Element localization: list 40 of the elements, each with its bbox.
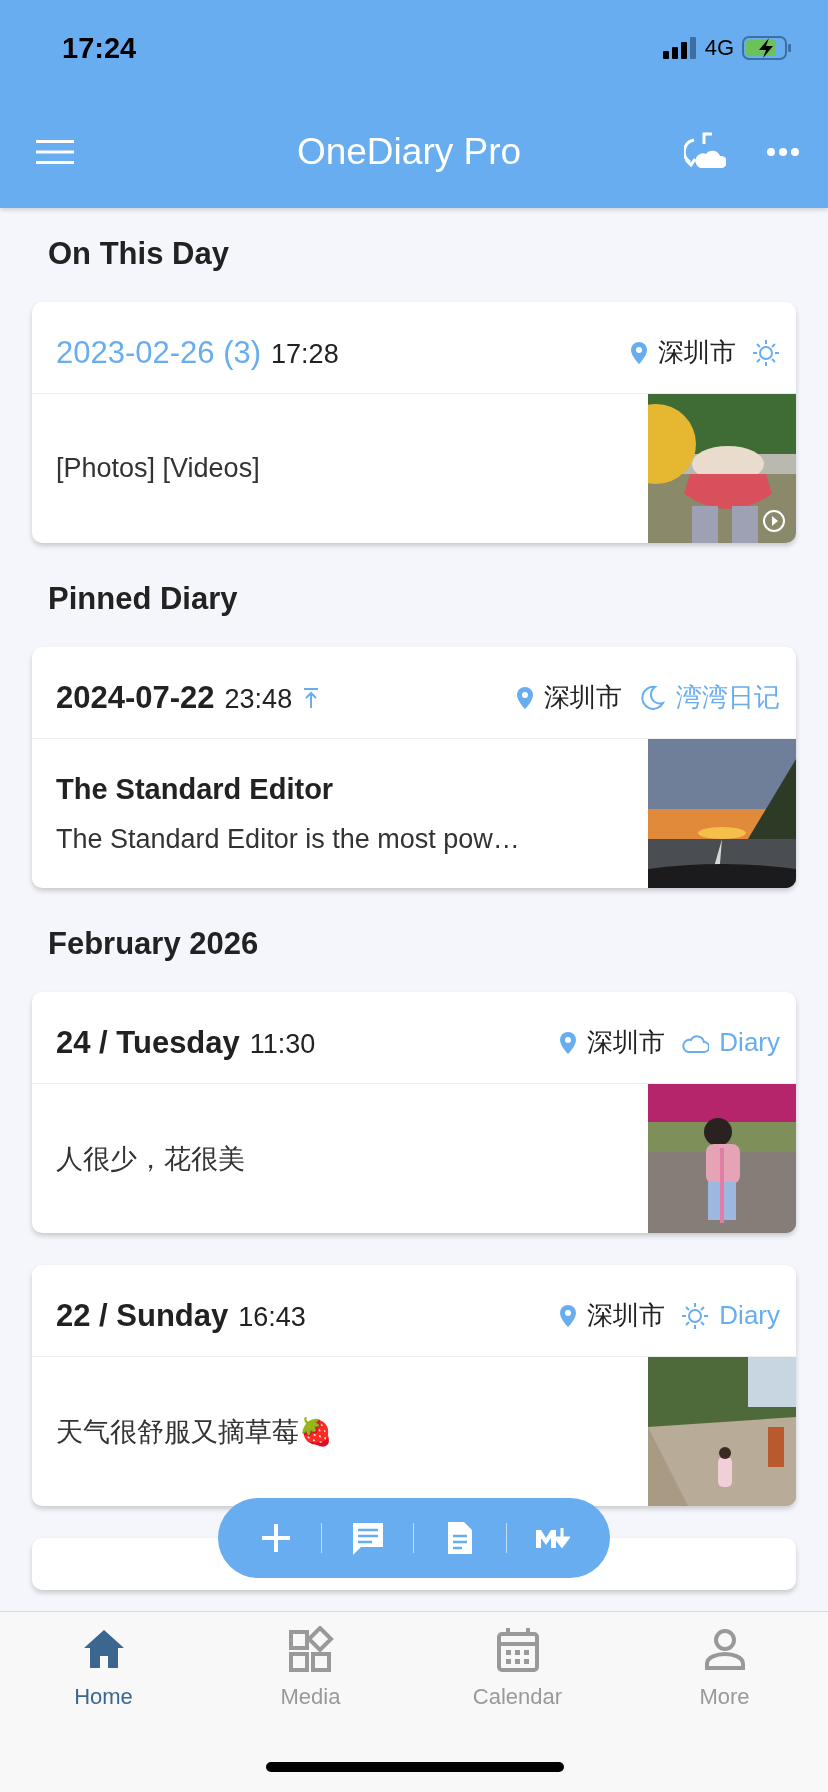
entry-time: 16:43 xyxy=(238,1301,306,1333)
entry-text: 人很少，花很美 xyxy=(56,1142,246,1176)
media-icon xyxy=(286,1626,335,1674)
entry-date: 22 / Sunday xyxy=(56,1297,229,1334)
entry-time: 23:48 xyxy=(224,683,293,715)
entry-date: 2024-07-22 xyxy=(56,679,215,716)
entry-time: 17:28 xyxy=(271,338,339,370)
entry-text: The Standard Editor is the most pow… xyxy=(56,823,521,855)
diary-name: Diary xyxy=(719,1300,780,1331)
entry-title: The Standard Editor xyxy=(56,772,335,806)
status-time: 17:24 xyxy=(62,31,137,65)
app-title: OneDiary Pro xyxy=(295,131,523,173)
diary-card[interactable]: 2024-07-22 23:48 深圳市 湾湾日记 The Standard Editor The Standard Editor is the most pow… xyxy=(32,647,796,888)
more-icon[interactable] xyxy=(766,147,800,157)
menu-icon[interactable] xyxy=(36,138,74,166)
section-title: On This Day xyxy=(48,235,230,273)
entry-text: 天气很舒服又摘草莓🍓 xyxy=(56,1415,334,1449)
section-title: February 2026 xyxy=(48,925,260,963)
city-label: 深圳市 xyxy=(587,1299,666,1332)
battery-icon xyxy=(742,36,792,60)
diary-name: 湾湾日记 xyxy=(676,681,780,714)
signal-icon xyxy=(662,37,697,59)
city-label: 深圳市 xyxy=(544,681,622,714)
entry-time: 11:30 xyxy=(249,1028,316,1060)
tab-item[interactable]: Home xyxy=(0,1612,207,1722)
section-title: Pinned Diary xyxy=(48,580,239,618)
entry-date: 24 / Tuesday xyxy=(56,1024,240,1061)
entry-text: [Photos] [Videos] xyxy=(56,453,261,484)
network-label: 4G xyxy=(704,35,734,61)
location-icon xyxy=(516,685,534,710)
diary-card[interactable]: 2023-02-26 (3) 17:28 深圳市 [Photos] [Videos] xyxy=(32,302,796,543)
diary-card[interactable]: 24 / Tuesday 11:30 深圳市 Diary 人很少，花很美 xyxy=(32,992,796,1233)
entry-date: 2023-02-26 (3) xyxy=(56,334,262,371)
location-icon xyxy=(559,1303,578,1328)
city-label: 深圳市 xyxy=(587,1026,666,1059)
diary-card[interactable]: 22 / Sunday 16:43 深圳市 Diary 天气很舒服又摘草莓🍓 xyxy=(32,1265,796,1506)
location-icon xyxy=(559,1030,578,1055)
location-icon xyxy=(630,340,648,365)
diary-name: Diary xyxy=(719,1027,780,1058)
city-label: 深圳市 xyxy=(658,336,736,369)
